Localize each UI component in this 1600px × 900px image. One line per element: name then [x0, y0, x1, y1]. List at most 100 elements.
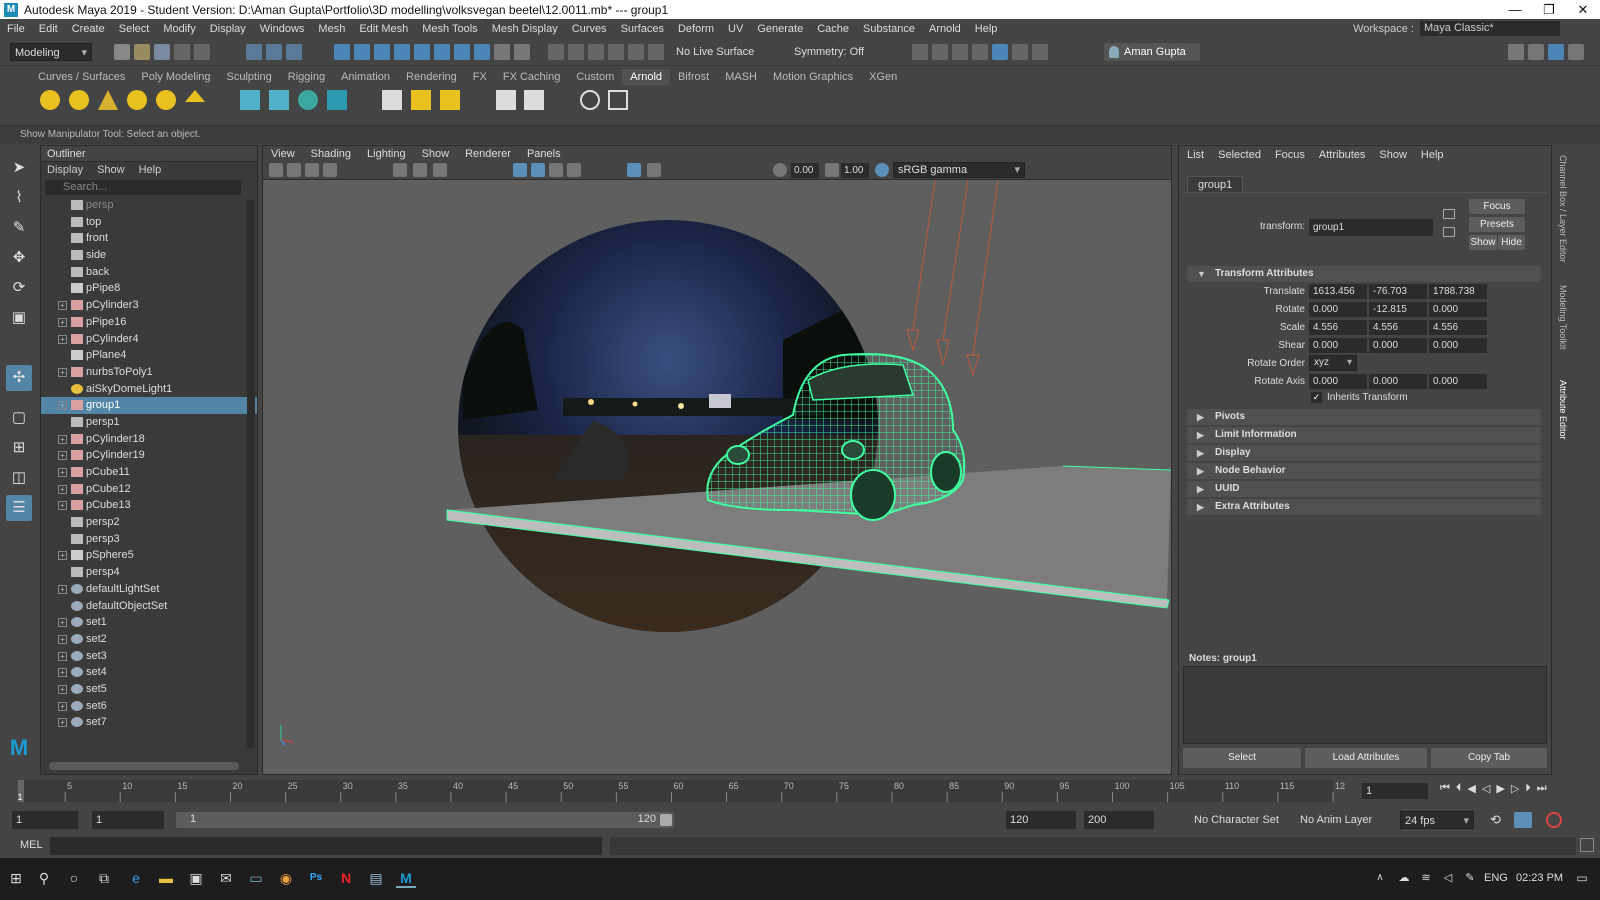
curve-collector-icon[interactable] — [298, 90, 318, 110]
outliner-item[interactable]: pPlane4 — [41, 347, 257, 364]
modeling-toolkit-tab[interactable]: Modeling Toolkit — [1554, 285, 1568, 349]
expand-icon[interactable]: + — [58, 401, 67, 411]
lights-icon[interactable] — [567, 163, 581, 177]
snap-vertex-icon[interactable] — [434, 44, 450, 60]
step-forward-key-icon[interactable]: ⏵ — [1525, 782, 1531, 795]
exposure-field[interactable]: 0.00 — [791, 163, 819, 178]
auto-key-icon[interactable] — [1514, 812, 1532, 828]
render-view-shelf-icon[interactable] — [382, 90, 402, 110]
menu-mesh-display[interactable]: Mesh Display — [485, 23, 565, 35]
scale-tool-icon[interactable]: ▣ — [6, 305, 32, 331]
transform-attributes-section[interactable]: ▼ Transform Attributes — [1187, 266, 1541, 282]
select-tool-icon[interactable]: ➤ — [6, 155, 32, 181]
bookmark-icon[interactable] — [305, 163, 319, 177]
grid-toggle-icon[interactable] — [393, 163, 407, 177]
workspace-dropdown[interactable]: Maya Classic* — [1420, 21, 1560, 36]
expand-icon[interactable]: + — [58, 701, 67, 711]
notepad-icon[interactable]: ▤ — [366, 868, 386, 888]
translate-x-field[interactable]: 1613.456 — [1309, 284, 1367, 299]
minimize-button[interactable]: — — [1498, 0, 1532, 19]
play-forward-icon[interactable]: ▶ — [1496, 782, 1504, 795]
magnet-icon[interactable] — [548, 44, 564, 60]
menu-select[interactable]: Select — [112, 23, 157, 35]
outliner-item[interactable]: + pCylinder4 — [41, 331, 257, 348]
presets-button[interactable]: Presets — [1469, 217, 1525, 232]
snap-grid-icon[interactable] — [334, 44, 350, 60]
cortana-icon[interactable]: ○ — [64, 868, 84, 888]
license-manager-icon[interactable] — [524, 90, 544, 110]
file-explorer-icon[interactable]: ▬ — [156, 868, 176, 888]
ipr-render-icon[interactable] — [952, 44, 968, 60]
outliner-item[interactable]: persp — [41, 197, 257, 214]
tool-settings-icon[interactable] — [1568, 44, 1584, 60]
netflix-icon[interactable]: N — [336, 868, 356, 888]
user-account-button[interactable]: Aman Gupta — [1104, 43, 1200, 61]
color-space-dropdown[interactable]: sRGB gamma — [893, 162, 1025, 178]
undo-icon[interactable] — [174, 44, 190, 60]
menu-arnold[interactable]: Arnold — [922, 23, 968, 35]
camera-select-icon[interactable] — [269, 163, 283, 177]
modeling-toolkit-icon[interactable] — [1508, 44, 1524, 60]
symmetry-label[interactable]: Symmetry: Off — [794, 46, 864, 58]
new-scene-icon[interactable] — [114, 44, 130, 60]
manipulator-tool-icon[interactable]: ✣ — [6, 365, 32, 391]
menu-help[interactable]: Help — [968, 23, 1005, 35]
shelf-tab-poly-modeling[interactable]: Poly Modeling — [133, 69, 218, 85]
skydome-light-icon[interactable] — [127, 90, 147, 110]
outliner-item[interactable]: defaultObjectSet — [41, 598, 257, 615]
menu-surfaces[interactable]: Surfaces — [614, 23, 671, 35]
outliner-item[interactable]: + set1 — [41, 614, 257, 631]
playback-start-field[interactable]: 1 — [92, 811, 164, 829]
shelf-tab-fx-caching[interactable]: FX Caching — [495, 69, 568, 85]
resolution-gate-icon[interactable] — [433, 163, 447, 177]
exposure-icon[interactable] — [773, 163, 787, 177]
maximize-button[interactable]: ❐ — [1532, 0, 1566, 19]
outliner-item[interactable]: + set2 — [41, 631, 257, 648]
shear-x-field[interactable]: 0.000 — [1309, 338, 1367, 353]
display-section[interactable]: ▶ Display — [1187, 445, 1541, 461]
menu-windows[interactable]: Windows — [253, 23, 312, 35]
maya-taskbar-icon[interactable]: M — [396, 868, 416, 888]
outliner-item[interactable]: + pCube11 — [41, 464, 257, 481]
ae-menu-selected[interactable]: Selected — [1218, 146, 1261, 164]
snap-curve-icon[interactable] — [354, 44, 370, 60]
open-scene-icon[interactable] — [134, 44, 150, 60]
outliner-item[interactable]: + pSphere5 — [41, 547, 257, 564]
outliner-item[interactable]: + set4 — [41, 664, 257, 681]
select-button[interactable]: Select — [1183, 748, 1301, 768]
expand-icon[interactable]: + — [58, 551, 67, 561]
gamma-field[interactable]: 1.00 — [841, 163, 869, 178]
limit-information-section[interactable]: ▶ Limit Information — [1187, 427, 1541, 443]
record-icon[interactable] — [1546, 812, 1562, 828]
outliner-item[interactable]: + defaultLightSet — [41, 581, 257, 598]
uuid-section[interactable]: ▶ UUID — [1187, 481, 1541, 497]
outliner-menu-show[interactable]: Show — [97, 162, 125, 178]
ae-menu-attributes[interactable]: Attributes — [1319, 146, 1365, 164]
menu-file[interactable]: File — [0, 23, 32, 35]
snap-live-icon[interactable] — [474, 44, 490, 60]
outliner-item[interactable]: front — [41, 230, 257, 247]
mesh-light-icon[interactable] — [69, 90, 89, 110]
viewport-menu-show[interactable]: Show — [414, 146, 458, 162]
step-forward-frame-icon[interactable]: ▷ — [1511, 782, 1519, 795]
photometric-light-icon[interactable] — [98, 90, 118, 110]
lasso-tool-icon[interactable]: ⌇ — [6, 185, 32, 211]
outliner-item[interactable]: + pPipe16 — [41, 314, 257, 331]
light-portal-icon[interactable] — [185, 90, 205, 102]
node-behavior-section[interactable]: ▶ Node Behavior — [1187, 463, 1541, 479]
redo-icon[interactable] — [194, 44, 210, 60]
time-slider[interactable]: 5 10 15 20 25 30 35 40 45 50 55 60 65 70 75 80 85 90 95 100… — [0, 776, 1568, 806]
expand-icon[interactable]: + — [58, 684, 67, 694]
shear-y-field[interactable]: 0.000 — [1369, 338, 1427, 353]
scale-y-field[interactable]: 4.556 — [1369, 320, 1427, 335]
flush-cache-icon[interactable] — [411, 90, 431, 110]
viewport-scene[interactable]: persp4 — [263, 179, 1171, 774]
clock[interactable]: 02:23 PM — [1516, 872, 1563, 884]
focus-button[interactable]: Focus — [1469, 199, 1525, 214]
channel-box-tab[interactable]: Channel Box / Layer Editor — [1554, 155, 1568, 263]
magnet-2-icon[interactable] — [568, 44, 584, 60]
menu-mesh-tools[interactable]: Mesh Tools — [415, 23, 484, 35]
anim-layer-dropdown[interactable]: No Anim Layer — [1300, 814, 1372, 826]
expand-icon[interactable]: + — [58, 451, 67, 461]
render-frame-icon[interactable] — [912, 44, 928, 60]
